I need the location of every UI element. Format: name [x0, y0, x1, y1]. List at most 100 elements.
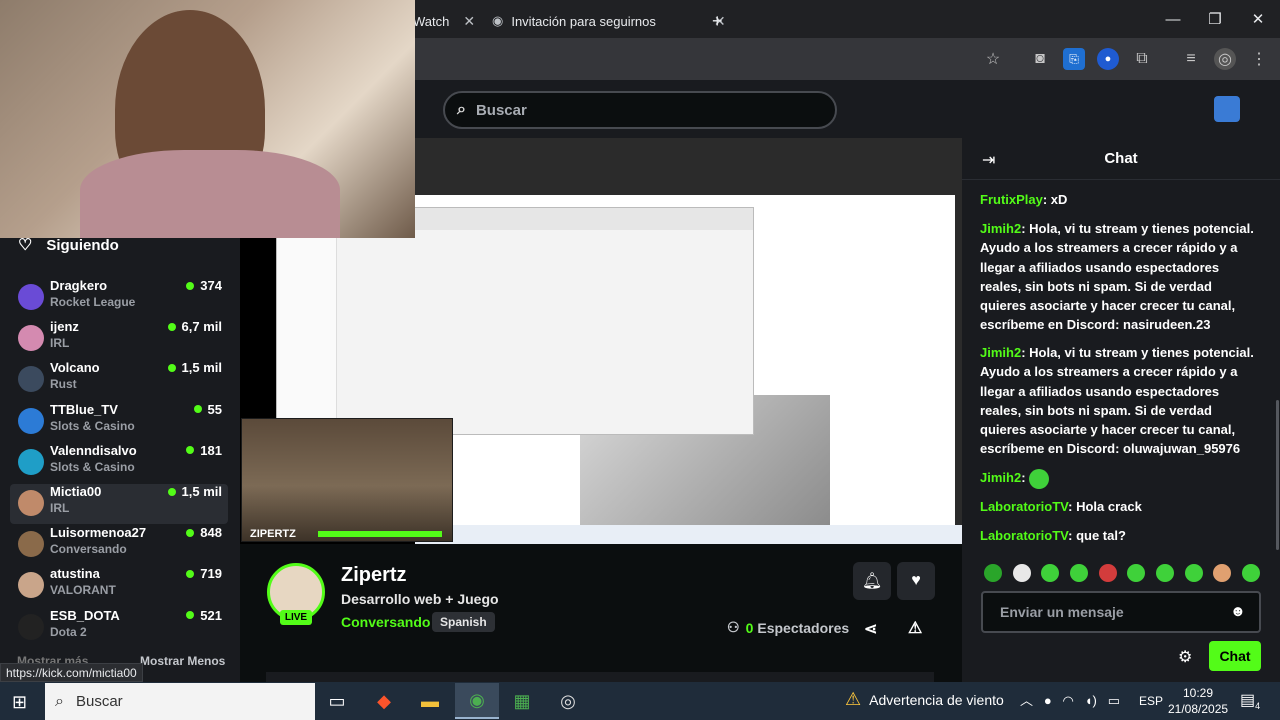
- channel-viewers: 374: [186, 278, 222, 293]
- notification-center-icon[interactable]: ▤4: [1240, 690, 1260, 711]
- spreadsheet-app-icon[interactable]: ▦: [500, 683, 544, 719]
- sidebar-channel[interactable]: Volcano Rust 1,5 mil: [10, 360, 228, 400]
- quick-emote-icon[interactable]: [1012, 564, 1031, 582]
- taskbar-search-input[interactable]: ⌕ Buscar: [45, 683, 315, 720]
- channel-name: ijenz: [50, 319, 79, 335]
- chat-settings-gear-icon[interactable]: ⚙: [1178, 647, 1192, 667]
- task-view-icon[interactable]: ▭: [315, 683, 359, 719]
- chat-username[interactable]: FrutixPlay: [980, 192, 1043, 207]
- follow-heart-button[interactable]: ♥: [897, 562, 935, 600]
- channel-viewer-count: 6,7 mil: [181, 319, 222, 335]
- show-less-button[interactable]: Mostrar Menos: [140, 654, 225, 668]
- new-tab-button[interactable]: +: [712, 4, 723, 38]
- tab-close-icon[interactable]: ✕: [463, 13, 475, 30]
- close-window-button[interactable]: ✕: [1235, 6, 1280, 32]
- quick-emote-icon[interactable]: [984, 564, 1002, 582]
- minimize-button[interactable]: —: [1150, 6, 1196, 32]
- camera-extension-icon[interactable]: ◙: [1029, 48, 1051, 70]
- channel-name: Volcano: [50, 360, 100, 376]
- brave-browser-icon[interactable]: ◆: [362, 683, 406, 719]
- quick-emote-icon[interactable]: [1241, 564, 1260, 582]
- channel-viewer-count: 374: [200, 278, 222, 293]
- chrome-browser-icon[interactable]: ◉: [455, 683, 499, 719]
- globe-icon: ◉: [492, 13, 504, 28]
- bookmark-star-icon[interactable]: ☆: [982, 48, 1004, 70]
- channel-avatar: [18, 407, 44, 434]
- system-tray[interactable]: ︿ ● ◠ ◖) ▭: [1020, 690, 1120, 709]
- profile-avatar-icon[interactable]: ◎: [1214, 48, 1236, 70]
- quick-emote-icon[interactable]: [1127, 564, 1146, 582]
- sidebar-channel[interactable]: Dragkero Rocket League 374: [10, 278, 228, 318]
- sidebar-channel[interactable]: Valenndisalvo Slots & Casino 181: [10, 443, 228, 483]
- maximize-button[interactable]: ❐: [1192, 6, 1238, 32]
- chat-text: : Hola, vi tu stream y tienes potencial.…: [980, 345, 1254, 457]
- share-icon[interactable]: ⋖: [864, 619, 877, 639]
- chat-username[interactable]: Jimih2: [980, 470, 1021, 485]
- channel-name: Luisormenoa27: [50, 525, 147, 541]
- quick-emote-icon[interactable]: [1213, 564, 1232, 582]
- notification-bell-button[interactable]: 🔔︎: [853, 562, 891, 600]
- browser-tab-active[interactable]: ◉ Invitación para seguirnos ✕: [492, 4, 726, 38]
- taskbar-clock[interactable]: 10:29 21/08/2025: [1168, 685, 1228, 717]
- channel-category: Dota 2: [50, 624, 87, 639]
- user-avatar[interactable]: [1214, 96, 1240, 122]
- streamer-name[interactable]: Zipertz: [341, 564, 407, 587]
- quick-emote-icon[interactable]: [1041, 564, 1060, 582]
- report-warning-icon[interactable]: ⚠: [908, 618, 922, 638]
- shared-screen-taskbar: [415, 525, 962, 544]
- input-language[interactable]: ESP: [1139, 694, 1163, 708]
- extension-icon[interactable]: ●: [1097, 48, 1119, 70]
- search-input[interactable]: ⌕ Buscar: [443, 91, 837, 129]
- channel-name: TTBlue_TV: [50, 401, 118, 417]
- following-title: Siguiendo: [46, 236, 119, 254]
- browser-tab[interactable]: Watch ✕: [413, 4, 475, 38]
- chat-username[interactable]: LaboratorioTV: [980, 499, 1068, 514]
- weather-text: Advertencia de viento: [869, 691, 1004, 708]
- channel-category: VALORANT: [50, 583, 116, 598]
- extension-icon[interactable]: ⎘: [1063, 48, 1085, 70]
- extensions-puzzle-icon[interactable]: ⧉: [1131, 48, 1153, 70]
- channel-viewer-count: 848: [200, 525, 222, 541]
- chat-emote-icon: [1029, 468, 1050, 489]
- channel-category: Rust: [50, 377, 77, 392]
- sidebar-channel[interactable]: atustina VALORANT 719: [10, 566, 228, 606]
- channel-avatar: [18, 572, 44, 599]
- link-url-tooltip: https://kick.com/mictia00: [0, 663, 143, 682]
- sidebar-channel[interactable]: TTBlue_TV Slots & Casino 55: [10, 402, 228, 442]
- chat-scrollbar[interactable]: [1276, 400, 1279, 550]
- quick-emote-icon[interactable]: [1184, 564, 1203, 582]
- channel-viewer-count: 1,5 mil: [181, 360, 222, 376]
- chat-message: Jimih2: Hola, vi tu stream y tienes pote…: [980, 343, 1260, 459]
- weather-widget[interactable]: ⚠ Advertencia de viento: [845, 689, 1004, 710]
- stream-title: Desarrollo web + Juego: [341, 591, 499, 607]
- obs-studio-icon[interactable]: ◎: [546, 683, 590, 719]
- quick-emote-icon[interactable]: [1155, 564, 1174, 582]
- chat-username[interactable]: Jimih2: [980, 221, 1021, 236]
- menu-dots-icon[interactable]: ⋮: [1248, 48, 1270, 70]
- chat-text: : que tal?: [1068, 528, 1126, 543]
- channel-name: Valenndisalvo: [50, 442, 137, 458]
- channel-viewer-count: 1,5 mil: [181, 484, 222, 499]
- clock-date: 21/08/2025: [1168, 702, 1229, 716]
- sidebar-channel[interactable]: ESB_DOTA Dota 2 521: [10, 608, 228, 648]
- media-control-icon[interactable]: ≡: [1180, 48, 1202, 70]
- chat-username[interactable]: Jimih2: [980, 345, 1021, 360]
- language-tag[interactable]: Spanish: [432, 612, 495, 632]
- chat-send-button[interactable]: Chat: [1209, 641, 1261, 671]
- sidebar-channel[interactable]: Luisormenoa27 Conversando 848: [10, 525, 228, 565]
- channel-avatar: [18, 366, 44, 393]
- quick-emote-icon[interactable]: [1098, 564, 1117, 582]
- file-explorer-icon[interactable]: ▬: [408, 683, 452, 719]
- chat-message: LaboratorioTV: que tal?: [980, 526, 1260, 545]
- sidebar-channel[interactable]: Mictia00 IRL 1,5 mil: [10, 484, 228, 524]
- chat-message-input[interactable]: Enviar un mensaje: [981, 591, 1261, 633]
- stream-category[interactable]: Conversando: [341, 614, 430, 630]
- emoji-picker-icon[interactable]: ☻: [1230, 603, 1246, 620]
- bell-icon: 🔔︎: [861, 573, 883, 590]
- quick-emote-icon[interactable]: [1069, 564, 1088, 582]
- sidebar-channel[interactable]: ijenz IRL 6,7 mil: [10, 319, 228, 359]
- windows-start-icon[interactable]: ⊞: [12, 692, 27, 713]
- overlay-accent-bar: [318, 531, 442, 537]
- chat-username[interactable]: LaboratorioTV: [980, 528, 1068, 543]
- channel-avatar: [18, 490, 44, 516]
